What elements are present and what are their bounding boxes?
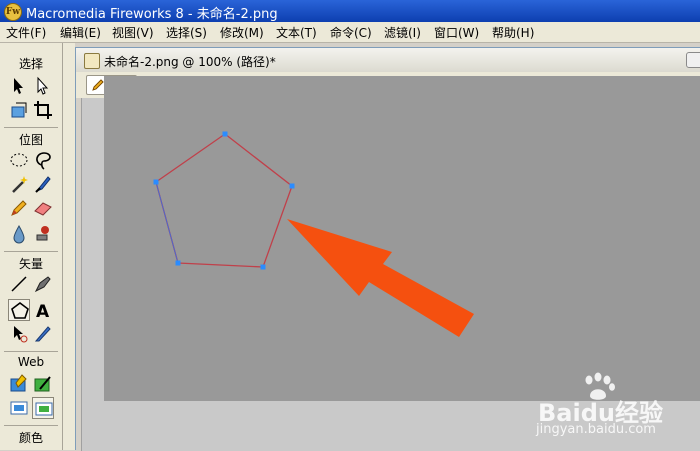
pentagon-path[interactable] — [155, 133, 293, 268]
anchor-point[interactable] — [222, 131, 228, 137]
watermark-url: jingyan.baidu.com — [536, 422, 656, 437]
anchor-point[interactable] — [153, 179, 159, 185]
anchor-point[interactable] — [260, 264, 266, 270]
anchor-point[interactable] — [289, 183, 295, 189]
pentagon-path-highlight — [155, 181, 179, 264]
annotation-arrow — [287, 219, 474, 337]
anchor-point[interactable] — [175, 260, 181, 266]
